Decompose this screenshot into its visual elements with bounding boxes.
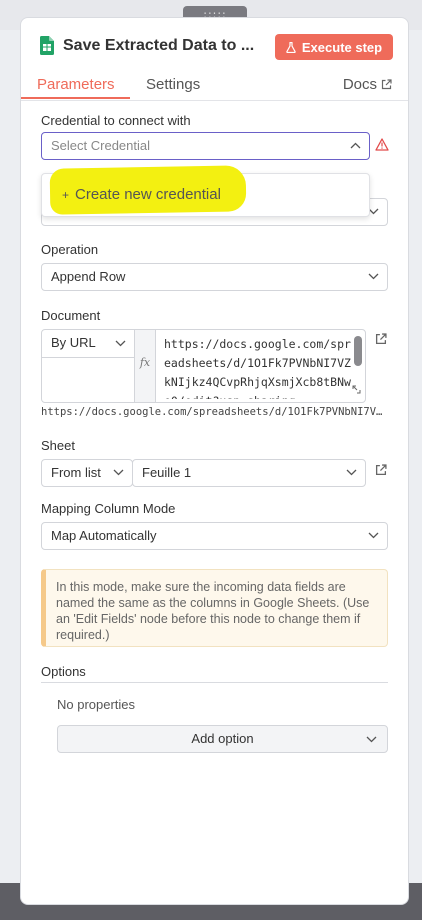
chevron-down-icon bbox=[113, 469, 124, 476]
add-option-label: Add option bbox=[191, 731, 254, 746]
credential-placeholder: Select Credential bbox=[51, 138, 150, 153]
mapping-mode-value: Map Automatically bbox=[51, 528, 157, 543]
operation-label: Operation bbox=[41, 242, 99, 257]
mapping-mode-select[interactable]: Map Automatically bbox=[41, 522, 388, 550]
document-mode-value: By URL bbox=[51, 335, 96, 350]
no-properties-text: No properties bbox=[57, 697, 136, 712]
chevron-down-icon bbox=[368, 532, 379, 539]
open-document-icon[interactable] bbox=[375, 333, 387, 345]
create-new-credential-option[interactable]: + Create new credential bbox=[62, 186, 221, 203]
credential-label: Credential to connect with bbox=[41, 113, 191, 128]
operation-select[interactable]: Append Row bbox=[41, 263, 388, 291]
mapping-info-notice: In this mode, make sure the incoming dat… bbox=[41, 569, 388, 647]
chevron-down-icon bbox=[346, 469, 357, 476]
credential-dropdown: + Create new credential bbox=[41, 165, 370, 217]
google-sheets-icon bbox=[40, 36, 54, 55]
sheet-mode-value: From list bbox=[51, 465, 101, 480]
chevron-down-icon bbox=[366, 736, 377, 743]
execute-step-button[interactable]: Execute step bbox=[275, 34, 393, 60]
tab-parameters[interactable]: Parameters bbox=[37, 76, 115, 93]
execute-step-label: Execute step bbox=[301, 39, 383, 55]
plus-icon: + bbox=[62, 188, 70, 202]
tab-bar: Parameters Settings Docs bbox=[21, 66, 408, 101]
document-url-input[interactable]: https://docs.google.com/spreadsheets/d/1… bbox=[164, 335, 352, 399]
create-new-credential-label: Create new credential bbox=[75, 186, 221, 203]
credential-select[interactable]: Select Credential bbox=[41, 132, 370, 160]
node-title[interactable]: Save Extracted Data to ... bbox=[63, 37, 273, 55]
sheet-label: Sheet bbox=[41, 438, 75, 453]
open-sheet-icon[interactable] bbox=[375, 464, 387, 476]
sheet-mode-select[interactable]: From list bbox=[41, 459, 133, 487]
options-label: Options bbox=[41, 664, 86, 679]
expression-toggle[interactable]: fx bbox=[135, 330, 156, 402]
sheet-value-select[interactable]: Feuille 1 bbox=[132, 459, 366, 487]
sheet-value: Feuille 1 bbox=[142, 465, 192, 480]
active-tab-indicator bbox=[21, 97, 130, 99]
warning-icon bbox=[375, 138, 389, 151]
external-link-icon bbox=[381, 79, 392, 90]
docs-link[interactable]: Docs bbox=[343, 76, 392, 93]
chevron-up-icon bbox=[350, 142, 361, 149]
document-label: Document bbox=[41, 308, 101, 323]
operation-value: Append Row bbox=[51, 269, 126, 284]
mapping-mode-label: Mapping Column Mode bbox=[41, 501, 176, 516]
url-scrollbar[interactable] bbox=[354, 336, 362, 366]
docs-label: Docs bbox=[342, 76, 377, 93]
expand-editor-icon[interactable] bbox=[351, 384, 362, 395]
document-url-hint: https://docs.google.com/spreadsheets/d/1… bbox=[41, 406, 386, 418]
node-parameters-panel: Save Extracted Data to ... Execute step … bbox=[20, 17, 409, 905]
options-divider bbox=[41, 682, 388, 683]
flask-icon bbox=[286, 41, 296, 53]
document-mode-select[interactable]: By URL bbox=[42, 330, 135, 358]
tab-settings[interactable]: Settings bbox=[146, 76, 200, 93]
document-locator: By URL fx https://docs.google.com/spread… bbox=[41, 329, 366, 403]
chevron-down-icon bbox=[368, 273, 379, 280]
chevron-down-icon bbox=[115, 340, 126, 347]
add-option-button[interactable]: Add option bbox=[57, 725, 388, 753]
